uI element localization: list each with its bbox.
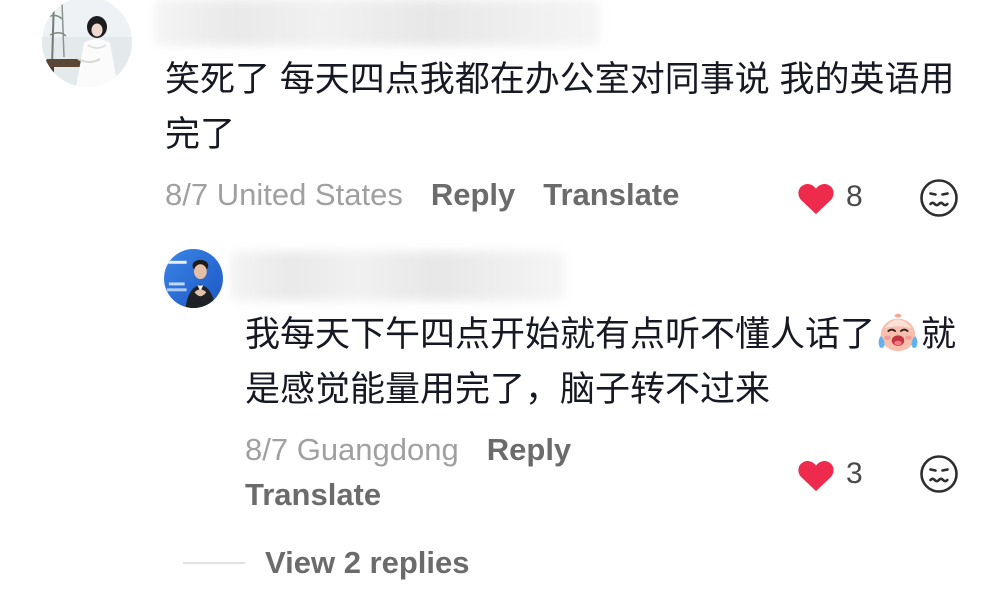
dislike-button[interactable] [918, 453, 960, 495]
like-button[interactable]: 8 [796, 176, 863, 218]
reply-button[interactable]: Reply [487, 432, 571, 467]
reply-meta-row: 8/7 Guangdong Reply [245, 430, 571, 470]
like-count: 8 [846, 180, 863, 213]
username-blurred[interactable] [230, 251, 565, 301]
dislike-button[interactable] [918, 177, 960, 219]
reply-text-part: 我每天下午四点开始就有点听不懂人话了 [245, 315, 876, 354]
reply-button[interactable]: Reply [431, 177, 515, 212]
heart-icon [798, 183, 834, 214]
comment-meta-row: 8/7 United States Reply Translate [165, 175, 679, 215]
dislike-face-icon [920, 455, 958, 493]
dislike-face-icon [920, 179, 958, 217]
avatar-image [164, 249, 223, 308]
reply-date-location: 8/7 Guangdong [245, 432, 459, 467]
username-blurred[interactable] [155, 0, 600, 46]
avatar[interactable] [42, 0, 132, 87]
comment-text: 笑死了 每天四点我都在办公室对同事说 我的英语用完了 [165, 60, 955, 154]
avatar[interactable] [164, 249, 223, 308]
view-replies-button[interactable]: View 2 replies [265, 543, 470, 583]
crying-peach-emoji-icon [875, 309, 921, 355]
like-button[interactable]: 3 [796, 453, 863, 495]
translate-button[interactable]: Translate [245, 477, 381, 512]
translate-button[interactable]: Translate [543, 177, 679, 212]
reply-meta-row-2: Translate [245, 475, 381, 515]
avatar-image [42, 0, 132, 87]
heart-icon [798, 460, 834, 491]
divider [183, 562, 245, 564]
like-count: 3 [846, 457, 863, 490]
reply-text: 我每天下午四点开始就有点听不懂人话了 就是感觉能量用完了，脑子转不过来 [245, 307, 970, 417]
comment-date-location: 8/7 United States [165, 177, 403, 212]
